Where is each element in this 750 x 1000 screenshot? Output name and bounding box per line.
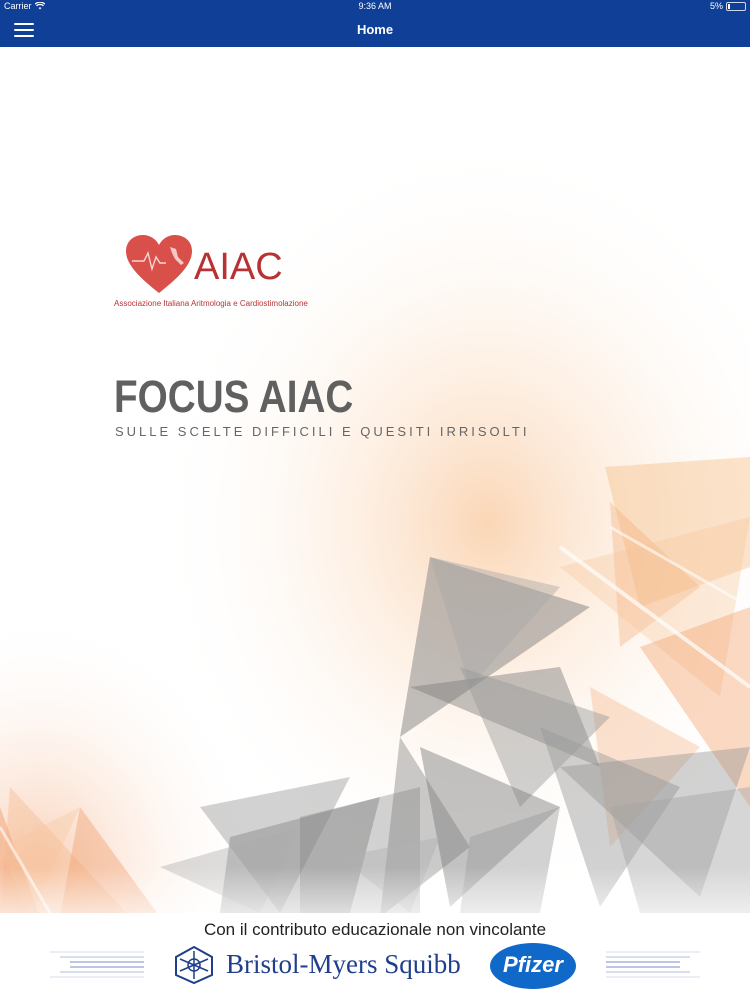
sponsor-caption: Con il contributo educazionale non vinco…: [203, 920, 547, 939]
battery-percent: 5%: [709, 1, 723, 11]
polygon-background-art: [0, 47, 750, 913]
bristol-myers-squibb-logo: Bristol-Myers Squibb: [172, 943, 472, 988]
hero-subtitle: SULLE SCELTE DIFFICILI E QUESITI IRRISOL…: [115, 424, 530, 439]
logo-text: AIAC: [194, 246, 283, 288]
battery-icon: [726, 1, 746, 11]
hero-title: FOCUS AIAC: [114, 371, 354, 422]
status-time: 9:36 AM: [358, 1, 392, 11]
bms-name: Bristol-Myers Squibb: [226, 949, 461, 979]
aiac-logo: AIAC Associazione Italiana Aritmologia e…: [114, 235, 314, 315]
battery-indicator: 5%: [710, 1, 746, 11]
decorative-lines-right: [606, 951, 700, 978]
home-splash: AIAC Associazione Italiana Aritmologia e…: [0, 47, 750, 913]
pfizer-logo: Pfizer: [490, 943, 576, 989]
decorative-lines-left: [50, 951, 144, 978]
status-bar: Carrier 9:36 AM 5%: [0, 0, 750, 13]
page-title: Home: [356, 22, 394, 37]
pfizer-name: Pfizer: [503, 952, 563, 977]
sponsor-footer: Con il contributo educazionale non vinco…: [0, 913, 750, 1000]
heart-icon: [126, 235, 192, 293]
navigation-bar: Home: [0, 13, 750, 47]
bms-star-icon: [175, 945, 213, 985]
logo-subtitle: Associazione Italiana Aritmologia e Card…: [114, 299, 308, 308]
